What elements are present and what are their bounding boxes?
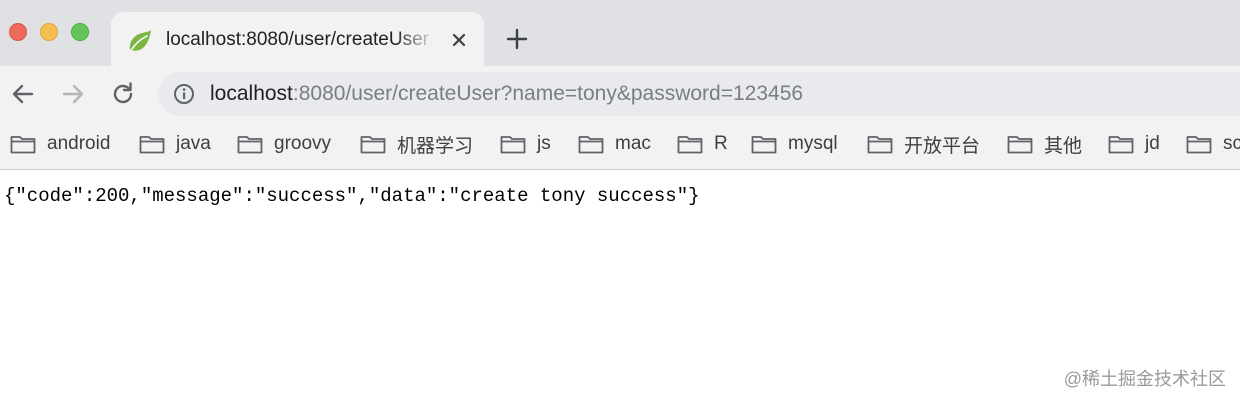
bookmark-label: R	[714, 133, 728, 154]
new-tab-icon[interactable]	[504, 26, 530, 52]
forward-arrow-icon[interactable]	[59, 80, 87, 108]
bookmark-label: js	[537, 133, 551, 154]
bookmark-r[interactable]: R	[677, 130, 728, 158]
bookmark-label: 其他	[1044, 135, 1083, 157]
bookmark-label: groovy	[274, 133, 332, 154]
bookmark-label: mac	[615, 133, 651, 154]
folder-icon	[360, 136, 386, 154]
bookmark-machine-learning[interactable]: 机器学习	[360, 130, 473, 158]
bookmark-groovy[interactable]: groovy	[237, 130, 331, 158]
bookmark-other[interactable]: 其他	[1007, 130, 1082, 158]
folder-icon	[1007, 136, 1033, 154]
window-minimize-button[interactable]	[40, 23, 58, 41]
json-response-text: {"code":200,"message":"success","data":"…	[4, 185, 700, 207]
folder-icon	[1186, 136, 1212, 154]
bookmark-js[interactable]: js	[500, 130, 551, 158]
bookmark-jd[interactable]: jd	[1108, 130, 1160, 158]
active-tab[interactable]: localhost:8080/user/createUser	[111, 12, 484, 66]
folder-icon	[578, 136, 604, 154]
bookmark-label: java	[176, 133, 211, 154]
folder-icon	[237, 136, 263, 154]
address-bar[interactable]: localhost:8080/user/createUser?name=tony…	[158, 72, 1240, 116]
back-arrow-icon[interactable]	[9, 80, 37, 108]
url-host: localhost	[210, 82, 293, 105]
bookmark-label: sc	[1223, 133, 1240, 154]
bookmark-label: 开放平台	[904, 135, 981, 157]
bookmark-label: mysql	[788, 133, 838, 154]
url-text[interactable]: localhost:8080/user/createUser?name=tony…	[210, 81, 803, 107]
folder-icon	[751, 136, 777, 154]
bookmark-mysql[interactable]: mysql	[751, 130, 838, 158]
bookmark-label: jd	[1145, 133, 1160, 154]
bookmark-java[interactable]: java	[139, 130, 211, 158]
bookmark-label: android	[47, 133, 111, 154]
tab-close-icon[interactable]	[448, 29, 470, 51]
folder-icon	[677, 136, 703, 154]
window-maximize-button[interactable]	[71, 23, 89, 41]
folder-icon	[10, 136, 36, 154]
watermark: @稀土掘金技术社区	[1063, 369, 1226, 389]
folder-icon	[1108, 136, 1134, 154]
reload-icon[interactable]	[109, 80, 137, 108]
spring-leaf-icon	[129, 30, 151, 51]
bookmark-mac[interactable]: mac	[578, 130, 651, 158]
tab-strip: localhost:8080/user/createUser	[0, 0, 1240, 66]
folder-icon	[867, 136, 893, 154]
bookmarks-bar: android java groovy 机器学习 js mac R mysql …	[0, 122, 1240, 170]
folder-icon	[139, 136, 165, 154]
bookmark-label: 机器学习	[397, 135, 474, 157]
window-close-button[interactable]	[9, 23, 27, 41]
bookmark-sc[interactable]: sc	[1186, 130, 1240, 158]
folder-icon	[500, 136, 526, 154]
info-icon[interactable]	[173, 83, 195, 105]
browser-toolbar: localhost:8080/user/createUser?name=tony…	[0, 66, 1240, 122]
bookmark-open-platform[interactable]: 开放平台	[867, 130, 980, 158]
tab-title: localhost:8080/user/createUser	[166, 29, 429, 50]
url-path: :8080/user/createUser?name=tony&password…	[292, 82, 804, 105]
bookmark-android[interactable]: android	[10, 130, 110, 158]
